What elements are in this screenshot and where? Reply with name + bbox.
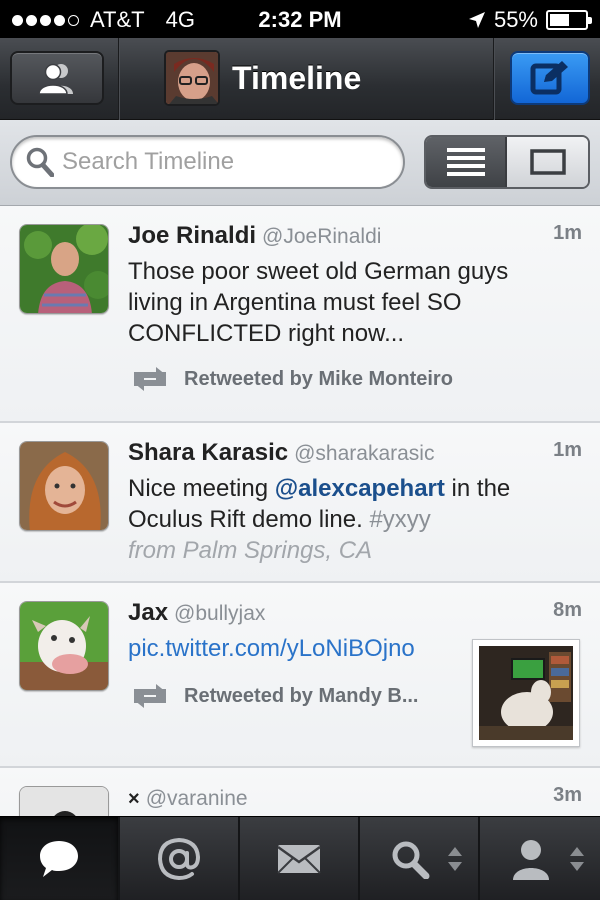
tweet-author-name[interactable]: × (128, 788, 140, 810)
tweet-timestamp: 1m (553, 439, 582, 461)
tweet-cell[interactable]: Shara Karasic @sharakarasic 1m Nice meeti… (0, 423, 600, 583)
single-card-icon (529, 149, 566, 175)
page-title: Timeline (232, 59, 362, 96)
search-input[interactable] (62, 148, 382, 176)
tweet-author-handle[interactable]: @sharakarasic (294, 442, 434, 465)
tweet-text: pic.twitter.com/yLoNiBOjno (128, 633, 458, 664)
at-icon (157, 837, 201, 881)
nav-bar: Timeline (0, 38, 600, 120)
accounts-button[interactable] (10, 51, 104, 105)
avatar[interactable] (19, 441, 109, 531)
tweet-author-name[interactable]: Jax (128, 599, 168, 626)
tweet-author-handle[interactable]: @varanine (146, 787, 248, 810)
status-bar: AT&T 4G 2:32 PM 55% (0, 0, 600, 38)
status-right: 55% (468, 7, 592, 33)
tweet-author-name[interactable]: Shara Karasic (128, 439, 288, 466)
retweeted-by-label: Retweeted by Mike Monteiro (184, 367, 453, 390)
tweet-text: Those poor sweet old German guys living … (128, 258, 509, 347)
tab-messages[interactable] (240, 817, 360, 900)
timeline-list[interactable]: Joe Rinaldi @JoeRinaldi 1m Those poor swe… (0, 206, 600, 816)
location-arrow-icon (468, 12, 485, 28)
tweet-header: Shara Karasic @sharakarasic (128, 439, 434, 467)
retweet-icon (134, 367, 166, 391)
tweet-text: Nice meeting @alexcapehart in the Oculus… (128, 473, 568, 566)
account-avatar (164, 50, 220, 106)
tweet-hashtag-link[interactable]: #yxyy (369, 506, 430, 533)
battery-icon (546, 10, 592, 30)
retweeted-by-label: Retweeted by Mandy B... (184, 684, 419, 707)
tab-search[interactable] (360, 817, 480, 900)
tab-profile[interactable] (480, 817, 600, 900)
avatar[interactable] (19, 224, 109, 314)
tweet-author-name[interactable]: Joe Rinaldi (128, 222, 256, 249)
retweet-attribution[interactable]: Retweeted by Mike Monteiro (128, 366, 453, 392)
battery-fill (550, 14, 569, 26)
compose-icon (530, 61, 568, 95)
search-bar (0, 120, 600, 206)
avatar[interactable] (19, 601, 109, 691)
tab-timeline[interactable] (0, 817, 120, 900)
tweet-header: Jax @bullyjax (128, 599, 265, 627)
timeline-title-group[interactable]: Timeline (164, 50, 361, 106)
single-view-button[interactable] (507, 137, 588, 187)
tweet-location[interactable]: from Palm Springs, CA (128, 537, 372, 564)
tweet-timestamp: 1m (553, 222, 582, 244)
envelope-icon (277, 845, 321, 874)
retweet-attribution[interactable]: Retweeted by Mandy B... (128, 683, 419, 709)
search-field[interactable] (10, 135, 405, 189)
tweet-media-link[interactable]: pic.twitter.com/yLoNiBOjno (128, 635, 415, 662)
tweet-cell[interactable]: Jax @bullyjax 8m pic.twitter.com/yLoNiBOj… (0, 583, 600, 768)
tweet-cell[interactable]: Joe Rinaldi @JoeRinaldi 1m Those poor swe… (0, 206, 600, 423)
tweet-author-handle[interactable]: @bullyjax (174, 602, 265, 625)
tab-mentions[interactable] (120, 817, 240, 900)
tweet-cell[interactable]: × @varanine 3m (0, 768, 600, 816)
tweet-text-part: Nice meeting (128, 475, 275, 502)
retweet-icon (134, 684, 166, 708)
tweet-header: Joe Rinaldi @JoeRinaldi (128, 222, 381, 250)
tweet-timestamp: 8m (553, 599, 582, 621)
search-icon (26, 147, 54, 177)
sort-arrows-icon (448, 847, 462, 871)
tab-bar (0, 816, 600, 900)
nav-divider (118, 38, 120, 120)
people-icon (38, 63, 73, 95)
battery-percent: 55% (493, 7, 538, 32)
list-view-button[interactable] (426, 137, 508, 187)
tweet-mention-link[interactable]: @alexcapehart (275, 475, 445, 502)
list-icon (446, 148, 485, 176)
nav-divider (493, 38, 495, 120)
speech-bubble-icon (40, 841, 78, 877)
compose-button[interactable] (510, 51, 590, 105)
profile-icon (513, 840, 549, 880)
view-mode-toggle (424, 135, 590, 189)
media-thumbnail-image (479, 646, 573, 740)
avatar[interactable] (19, 786, 109, 816)
search-icon (392, 841, 430, 879)
media-thumbnail[interactable] (472, 639, 580, 747)
tweet-author-handle[interactable]: @JoeRinaldi (262, 225, 381, 248)
tweet-header: × @varanine (128, 784, 248, 812)
tweet-timestamp: 3m (553, 784, 582, 806)
sort-arrows-icon (570, 847, 584, 871)
